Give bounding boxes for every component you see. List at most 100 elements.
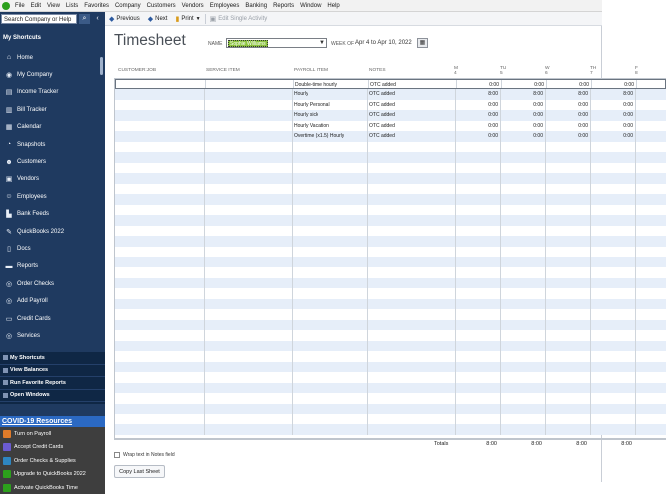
hours-cell[interactable]: 0:00 [572, 121, 588, 131]
hours-cell[interactable]: 0:00 [617, 100, 633, 110]
header-day-tu[interactable]: TU 5 [500, 66, 506, 76]
hours-cell[interactable]: 0:00 [572, 131, 588, 141]
hours-cell[interactable]: 8:00 [617, 89, 633, 99]
hours-cell[interactable]: 0:00 [482, 131, 498, 141]
notes-cell[interactable]: OTC added [370, 80, 396, 88]
sidebar-item-home[interactable]: ⌂ Home [0, 49, 101, 66]
table-row[interactable] [115, 288, 666, 299]
menu-lists[interactable]: Lists [63, 0, 81, 12]
hours-cell[interactable]: 0:00 [482, 100, 498, 110]
table-row[interactable] [115, 309, 666, 320]
table-row[interactable] [115, 382, 666, 394]
table-row[interactable]: Hourly sick OTC added 0:00 0:00 0:00 0:00 [115, 110, 666, 121]
hours-cell[interactable]: 0:00 [572, 100, 588, 110]
sidebar-item-employees[interactable]: ☺ Employees [0, 188, 101, 205]
hours-cell[interactable]: 0:00 [482, 121, 498, 131]
search-input[interactable]: Search Company or Help [1, 14, 77, 24]
table-row[interactable] [115, 256, 666, 268]
sidebar-item-quickbooks-2022[interactable]: ✎ QuickBooks 2022 [0, 223, 101, 240]
hours-cell[interactable]: 0:00 [527, 110, 543, 120]
table-row[interactable] [115, 403, 666, 414]
table-row[interactable] [115, 246, 666, 257]
header-notes[interactable]: NOTES [369, 68, 386, 73]
section-run-favorite-reports[interactable]: Run Favorite Reports [0, 377, 105, 390]
table-row[interactable]: Hourly Personal OTC added 0:00 0:00 0:00 0:00 [115, 99, 666, 111]
menu-help[interactable]: Help [324, 0, 342, 12]
payroll-item-cell[interactable]: Hourly sick [294, 110, 318, 120]
header-day-f[interactable]: F8 [635, 66, 638, 76]
table-row[interactable] [115, 183, 666, 195]
notes-cell[interactable]: OTC added [369, 121, 395, 131]
header-payroll-item[interactable]: PAYROLL ITEM [294, 68, 328, 73]
hours-cell[interactable]: 8:00 [527, 89, 543, 99]
menu-view[interactable]: View [44, 0, 63, 12]
notes-cell[interactable]: OTC added [369, 100, 395, 110]
sidebar-item-bank-feeds[interactable]: ▙ Bank Feeds [0, 206, 101, 223]
hours-cell[interactable]: 0:00 [573, 80, 589, 88]
hours-cell[interactable]: 0:00 [527, 131, 543, 141]
table-row[interactable] [115, 173, 666, 184]
notes-cell[interactable]: OTC added [369, 131, 395, 141]
table-row[interactable]: Hourly Vacation OTC added 0:00 0:00 0:00 0:00 [115, 120, 666, 132]
table-row[interactable] [115, 267, 666, 278]
table-row[interactable] [115, 361, 666, 373]
hours-cell[interactable]: 0:00 [482, 110, 498, 120]
sidebar-item-calendar[interactable]: ▦ Calendar [0, 119, 101, 136]
hours-cell[interactable]: 8:00 [572, 89, 588, 99]
header-day-th[interactable]: TH 7 [590, 66, 596, 76]
hours-cell[interactable]: 0:00 [617, 110, 633, 120]
table-row[interactable]: Double-time hourly OTC added 0:00 0:00 0:00 0… [115, 79, 666, 90]
table-row[interactable] [115, 236, 666, 247]
menu-employees[interactable]: Employees [207, 0, 243, 12]
hours-cell[interactable]: 0:00 [572, 110, 588, 120]
hours-cell[interactable]: 0:00 [528, 80, 544, 88]
promo-upgrade-to-quickbooks-2022[interactable]: Upgrade to QuickBooks 2022 [0, 468, 105, 482]
sidebar-item-order-checks[interactable]: ◎ Order Checks [0, 275, 101, 292]
table-row[interactable] [115, 414, 666, 425]
promo-activate-quickbooks-time[interactable]: Activate QuickBooks Time [0, 481, 105, 495]
table-row[interactable] [115, 340, 666, 352]
hours-cell[interactable]: 0:00 [483, 80, 499, 88]
header-day-w[interactable]: W6 [545, 66, 550, 76]
menu-file[interactable]: File [12, 0, 28, 12]
hours-cell[interactable]: 0:00 [527, 100, 543, 110]
table-row[interactable] [115, 152, 666, 163]
header-customer-job[interactable]: CUSTOMER:JOB [118, 68, 156, 73]
menu-customers[interactable]: Customers [144, 0, 179, 12]
covid-resources-link[interactable]: COVID-19 Resources [0, 416, 105, 427]
table-row[interactable] [115, 351, 666, 362]
sidebar-item-my-company[interactable]: ◉ My Company [0, 66, 101, 83]
search-button[interactable]: ⌕ [79, 14, 90, 24]
sidebar-item-add-payroll[interactable]: ◎ Add Payroll [0, 292, 101, 309]
promo-accept-credit-cards[interactable]: Accept Credit Cards [0, 441, 105, 455]
menu-window[interactable]: Window [297, 0, 324, 12]
print-button[interactable]: ▮ Print ▼ [171, 15, 204, 23]
table-row[interactable] [115, 372, 666, 383]
hours-cell[interactable]: 8:00 [482, 89, 498, 99]
table-row[interactable] [115, 141, 666, 153]
table-row[interactable] [115, 162, 666, 174]
sidebar-item-credit-cards[interactable]: ▭ Credit Cards [0, 310, 101, 327]
hours-cell[interactable]: 0:00 [527, 121, 543, 131]
calendar-button[interactable]: ▦ [417, 38, 428, 48]
table-row[interactable] [115, 194, 666, 205]
copy-last-sheet-button[interactable]: Copy Last Sheet [114, 465, 165, 478]
sidebar-item-snapshots[interactable]: ◔ Snapshots [0, 136, 101, 153]
hours-cell[interactable]: 0:00 [617, 131, 633, 141]
promo-order-checks-supplies[interactable]: Order Checks & Supplies [0, 454, 105, 468]
payroll-item-cell[interactable]: Hourly Vacation [294, 121, 329, 131]
table-row[interactable] [115, 424, 666, 435]
menu-favorites[interactable]: Favorites [81, 0, 112, 12]
wrap-text-checkbox[interactable] [114, 452, 120, 458]
previous-button[interactable]: ◆ Previous [105, 15, 144, 23]
sidebar-item-income-tracker[interactable]: ▤ Income Tracker [0, 84, 101, 101]
payroll-item-cell[interactable]: Overtime (x1.5) Hourly [294, 131, 344, 141]
table-row[interactable] [115, 215, 666, 226]
sidebar-item-docs[interactable]: ▯ Docs [0, 240, 101, 257]
hours-cell[interactable]: 0:00 [618, 80, 634, 88]
edit-single-activity-button[interactable]: ▣ Edit Single Activity [206, 15, 272, 23]
menu-edit[interactable]: Edit [28, 0, 44, 12]
sidebar-scrollbar[interactable] [100, 57, 103, 75]
header-day-m[interactable]: M4 [454, 66, 458, 76]
table-row[interactable] [115, 319, 666, 331]
